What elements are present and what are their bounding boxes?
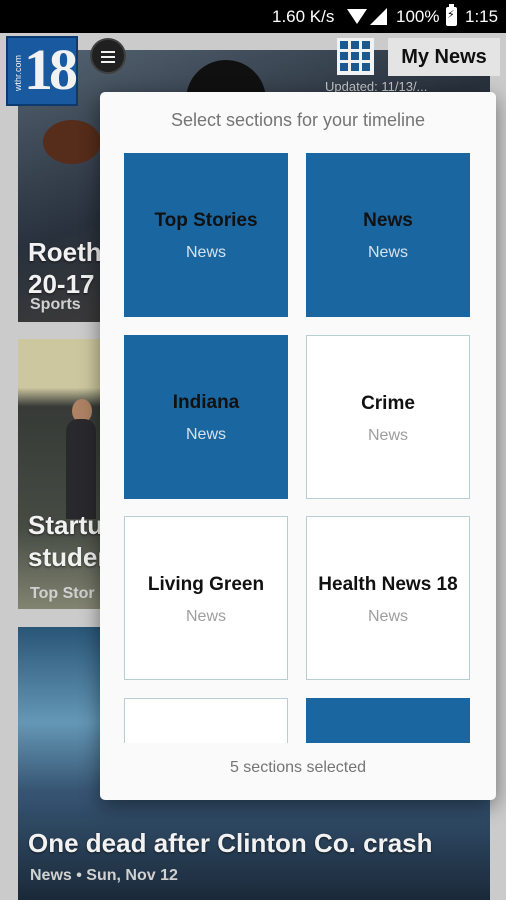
battery-icon — [446, 4, 457, 26]
section-tile[interactable]: News News — [306, 153, 470, 317]
section-tile[interactable]: Health News 18 News — [306, 516, 470, 680]
section-tile[interactable] — [124, 698, 288, 743]
section-name: Health News 18 — [318, 574, 458, 595]
section-category: News — [185, 426, 226, 443]
section-name: Living Green — [147, 574, 265, 595]
section-tile[interactable]: Living Green News — [124, 516, 288, 680]
battery-percent: 100% — [396, 7, 440, 26]
section-name: Top Stories — [154, 210, 258, 231]
network-speed: 1.60 K/s — [272, 7, 335, 26]
status-bar: 1.60 K/s 100% 1:15 — [0, 0, 506, 33]
section-name: News — [363, 210, 413, 231]
section-tile[interactable] — [306, 698, 470, 743]
section-category: News — [367, 244, 408, 261]
wifi-icon — [347, 9, 367, 24]
section-category: News — [367, 608, 408, 625]
section-tile-grid: Top Stories News News News Indiana News … — [124, 153, 472, 743]
selected-count: 5 sections selected — [229, 759, 367, 776]
section-category: News — [367, 427, 408, 444]
section-tile[interactable]: Crime News — [306, 335, 470, 499]
section-select-dialog: Select sections for your timeline Top St… — [100, 92, 496, 800]
section-name: Indiana — [172, 392, 240, 413]
section-category: News — [185, 608, 226, 625]
dialog-title: Select sections for your timeline — [170, 110, 426, 130]
section-tile[interactable]: Indiana News — [124, 335, 288, 499]
clock: 1:15 — [465, 7, 499, 26]
section-tile[interactable]: Top Stories News — [124, 153, 288, 317]
signal-icon — [370, 8, 387, 25]
section-name: Crime — [361, 393, 415, 414]
section-category: News — [185, 244, 226, 261]
